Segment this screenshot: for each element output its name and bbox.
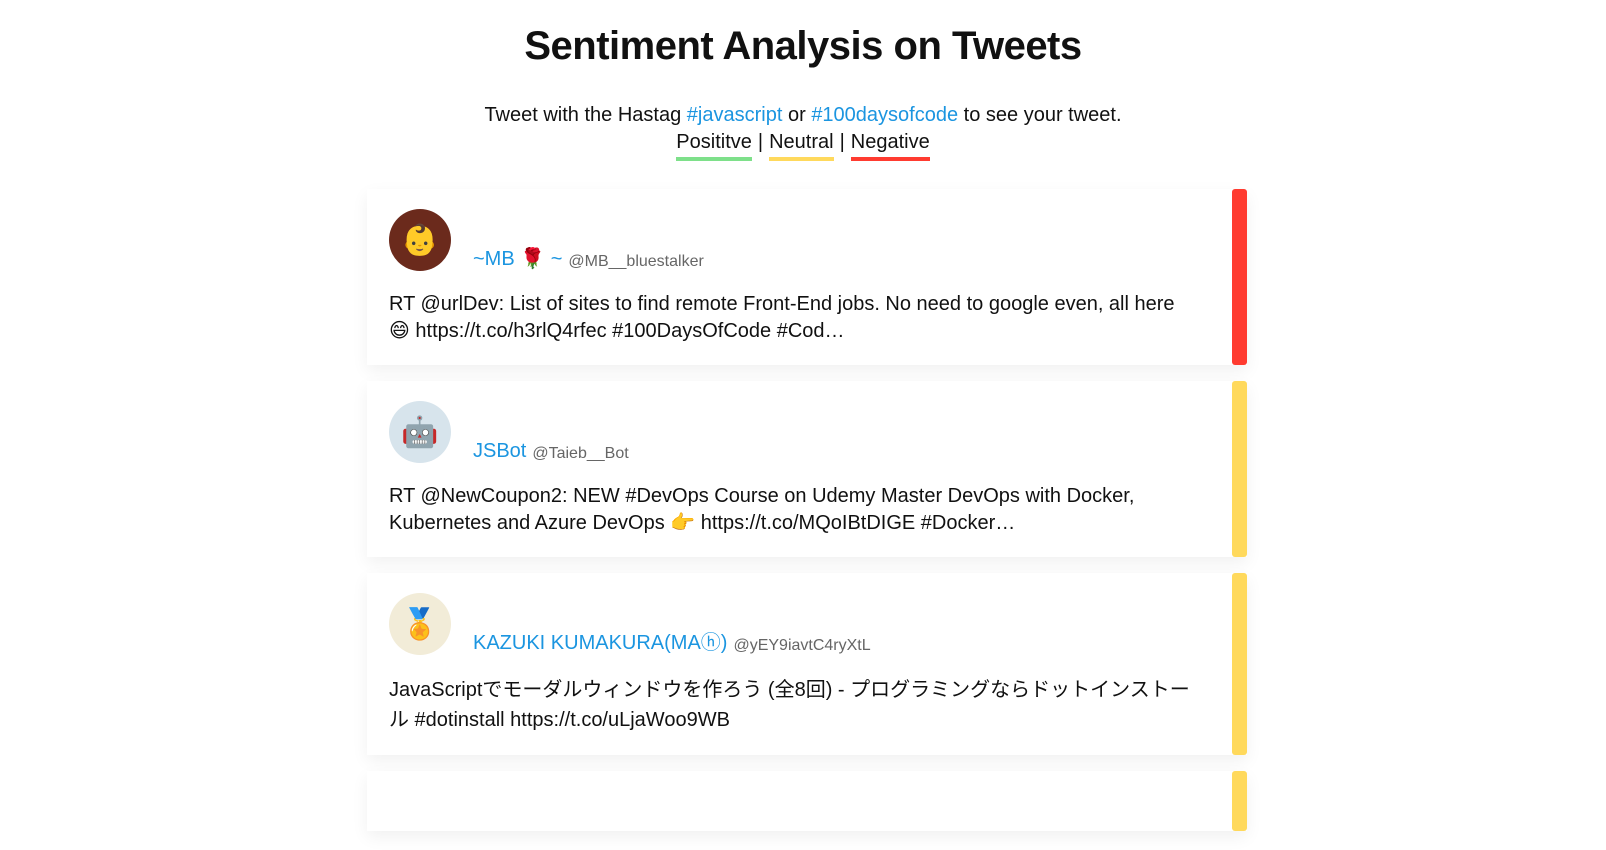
- tweet-author-name[interactable]: JSBot: [473, 440, 526, 463]
- legend-positive: Posititve: [676, 129, 752, 161]
- sentiment-legend: Posititve | Neutral | Negative: [0, 129, 1606, 161]
- tweet-text: RT @urlDev: List of sites to find remote…: [389, 293, 1175, 342]
- avatar-certificate-icon: 🏅: [401, 607, 439, 641]
- instructions-suffix: to see your tweet.: [963, 104, 1122, 126]
- tweet-author-handle[interactable]: @MB__bluestalker: [568, 253, 703, 271]
- avatar[interactable]: 👶: [389, 209, 451, 271]
- hashtag-100daysofcode-link[interactable]: #100daysofcode: [811, 104, 958, 126]
- legend-separator: |: [839, 131, 845, 153]
- avatar-baby-icon: 👶: [401, 223, 439, 257]
- instructions-prefix: Tweet with the Hastag: [484, 104, 682, 126]
- tweet-text: JavaScriptでモーダルウィンドウを作ろう (全8回) - プログラミング…: [389, 679, 1190, 731]
- tweet-card: [367, 771, 1247, 831]
- legend-separator: |: [757, 131, 764, 153]
- tweet-author-handle[interactable]: @yEY9iavtC4ryXtL: [733, 637, 870, 655]
- sentiment-bar-negative: [1232, 189, 1247, 365]
- tweet-card: 👶 ~MB 🌹 ~ @MB__bluestalker RT @urlDev: L…: [367, 189, 1247, 365]
- legend-neutral: Neutral: [769, 129, 834, 161]
- avatar[interactable]: 🤖: [389, 401, 451, 463]
- tweet-author-name[interactable]: KAZUKI KUMAKURA(MAⓗ): [473, 626, 727, 655]
- tweet-author-handle[interactable]: @Taieb__Bot: [532, 445, 628, 463]
- instructions: Tweet with the Hastag #javascript or #10…: [0, 102, 1606, 129]
- tweet-feed: 👶 ~MB 🌹 ~ @MB__bluestalker RT @urlDev: L…: [367, 189, 1247, 847]
- tweet-author-name[interactable]: ~MB 🌹 ~: [473, 246, 562, 271]
- subtitle: Tweet with the Hastag #javascript or #10…: [0, 102, 1606, 161]
- sentiment-bar-neutral: [1232, 771, 1247, 831]
- sentiment-bar-neutral: [1232, 573, 1247, 755]
- tweet-text: RT @NewCoupon2: NEW #DevOps Course on Ud…: [389, 485, 1135, 534]
- tweet-card: 🏅 KAZUKI KUMAKURA(MAⓗ) @yEY9iavtC4ryXtL …: [367, 573, 1247, 755]
- sentiment-bar-neutral: [1232, 381, 1247, 557]
- avatar-robot-icon: 🤖: [401, 415, 439, 449]
- avatar[interactable]: 🏅: [389, 593, 451, 655]
- page: Sentiment Analysis on Tweets Tweet with …: [0, 0, 1606, 850]
- instructions-or: or: [787, 104, 806, 126]
- legend-negative: Negative: [850, 129, 930, 161]
- tweet-card: 🤖 JSBot @Taieb__Bot RT @NewCoupon2: NEW …: [367, 381, 1247, 557]
- hashtag-javascript-link[interactable]: #javascript: [687, 104, 783, 126]
- page-title: Sentiment Analysis on Tweets: [524, 24, 1082, 68]
